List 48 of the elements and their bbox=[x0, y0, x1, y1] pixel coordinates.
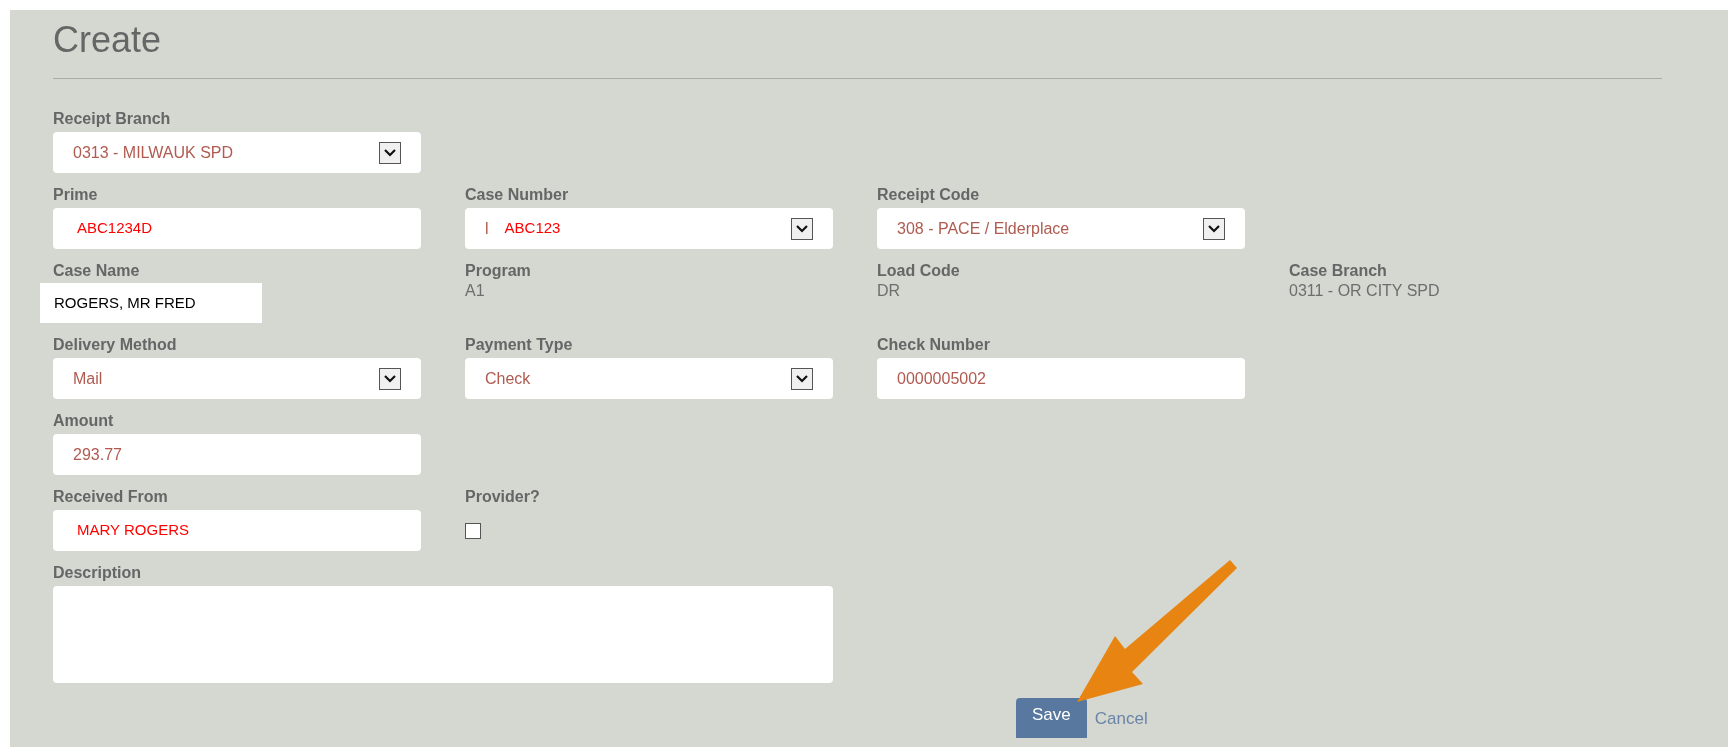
cancel-link[interactable]: Cancel bbox=[1094, 698, 1148, 732]
field-label: Program bbox=[465, 261, 531, 281]
field-label: Amount bbox=[53, 411, 114, 431]
field-label: Description bbox=[53, 563, 141, 583]
value-fragment: l bbox=[485, 218, 489, 239]
field-label: Case Branch bbox=[1289, 261, 1387, 281]
field-label: Delivery Method bbox=[53, 335, 177, 355]
field-label: Receipt Code bbox=[877, 185, 980, 205]
dropdown-icon[interactable] bbox=[791, 217, 813, 240]
field-value: 293.77 bbox=[73, 444, 122, 465]
field-value: MARY ROGERS bbox=[77, 520, 189, 541]
dropdown-value: Check bbox=[485, 368, 531, 389]
dropdown-value: 308 - PACE / Elderplace bbox=[897, 218, 1070, 239]
dropdown-icon[interactable] bbox=[791, 367, 813, 390]
field-value: ABC1234D bbox=[77, 218, 153, 239]
page-title: Create bbox=[53, 18, 163, 62]
dropdown[interactable]: Check bbox=[465, 358, 833, 399]
dropdown[interactable]: l ABC123 bbox=[465, 208, 833, 249]
field-label: Load Code bbox=[877, 261, 960, 281]
dropdown[interactable]: Mail bbox=[53, 358, 421, 399]
field-label: Payment Type bbox=[465, 335, 573, 355]
dropdown-value: 0313 - MILWAUK SPD bbox=[73, 142, 234, 163]
dropdown-icon[interactable] bbox=[379, 367, 401, 390]
field-value: DR bbox=[877, 281, 901, 301]
field-label: Check Number bbox=[877, 335, 990, 355]
field-value: ROGERS, MR FRED bbox=[40, 283, 262, 323]
save-button[interactable]: Save bbox=[1016, 698, 1087, 738]
description-field[interactable] bbox=[53, 586, 833, 683]
input-field[interactable]: 0000005002 bbox=[877, 358, 1245, 399]
field-label: Case Name bbox=[53, 261, 140, 281]
field-value: A1 bbox=[465, 281, 485, 301]
field-label: Received From bbox=[53, 487, 168, 507]
dropdown-icon[interactable] bbox=[379, 141, 401, 164]
field-label: Case Number bbox=[465, 185, 569, 205]
checkbox[interactable] bbox=[465, 523, 481, 539]
dropdown-icon[interactable] bbox=[1203, 217, 1225, 240]
dropdown[interactable]: 308 - PACE / Elderplace bbox=[877, 208, 1245, 249]
field-label: Receipt Branch bbox=[53, 109, 171, 129]
input-field[interactable]: 293.77 bbox=[53, 434, 421, 475]
field-label: Provider? bbox=[465, 487, 540, 507]
dropdown[interactable]: 0313 - MILWAUK SPD bbox=[53, 132, 421, 173]
input-field[interactable]: MARY ROGERS bbox=[53, 510, 421, 551]
dropdown-value: ABC123 bbox=[504, 218, 561, 239]
field-value: 0000005002 bbox=[897, 368, 986, 389]
field-value: 0311 - OR CITY SPD bbox=[1289, 281, 1440, 301]
input-field[interactable]: ABC1234D bbox=[53, 208, 421, 249]
field-label: Prime bbox=[53, 185, 98, 205]
dropdown-value: Mail bbox=[73, 368, 103, 389]
